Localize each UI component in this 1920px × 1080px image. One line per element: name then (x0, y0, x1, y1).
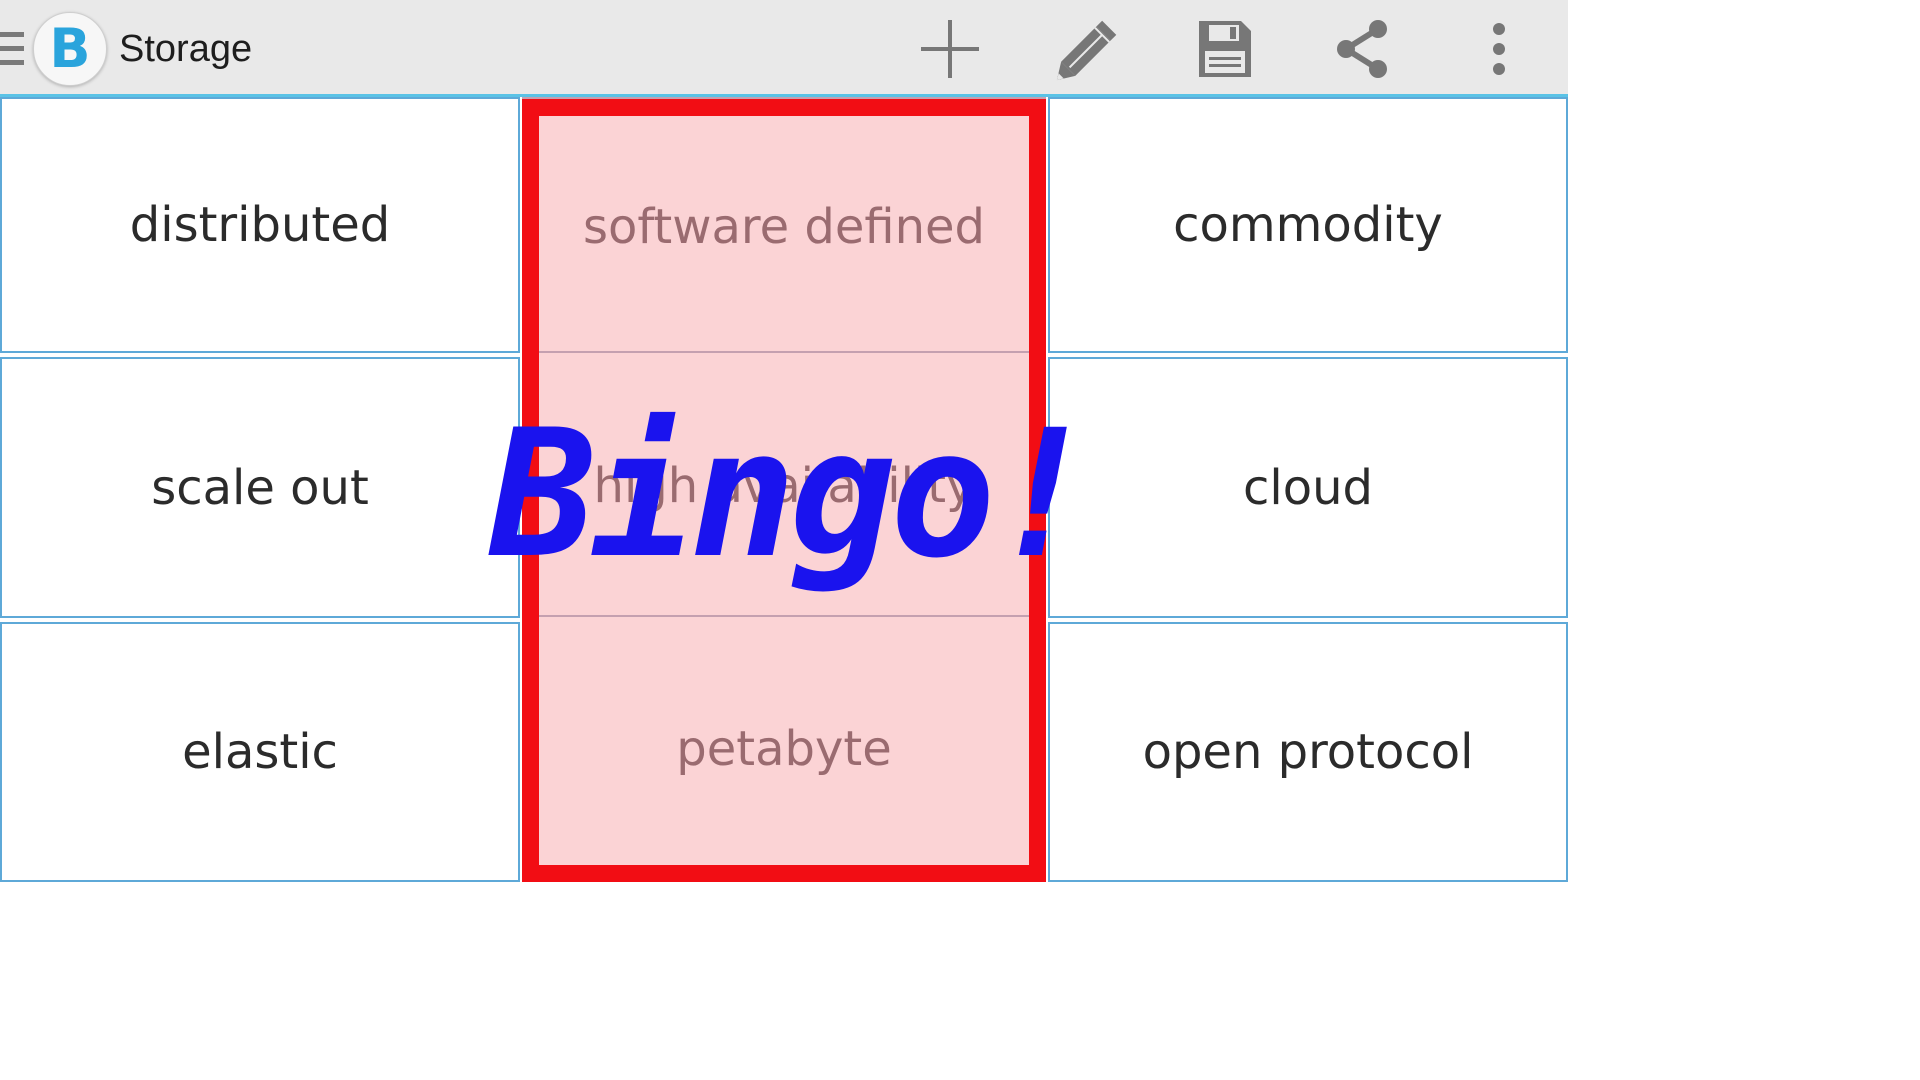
save-button[interactable] (1190, 14, 1260, 84)
app-bar: B Storage (0, 0, 1568, 97)
share-icon (1337, 20, 1387, 78)
save-icon (1199, 21, 1251, 77)
more-vert-icon (1493, 23, 1505, 75)
app-logo: B (33, 12, 107, 86)
more-options-button[interactable] (1464, 14, 1534, 84)
add-icon (921, 20, 979, 78)
menu-icon[interactable] (0, 32, 24, 68)
bingo-cell[interactable]: scale out (0, 357, 520, 618)
share-button[interactable] (1327, 14, 1397, 84)
logo-letter: B (49, 17, 91, 80)
edit-icon (1056, 20, 1117, 81)
bingo-cell[interactable]: high availability (522, 351, 1046, 621)
bingo-cell[interactable]: cloud (1048, 357, 1568, 618)
bingo-cell[interactable]: elastic (0, 622, 520, 882)
bingo-cell[interactable]: open protocol (1048, 622, 1568, 882)
add-button[interactable] (915, 14, 985, 84)
bingo-cell[interactable]: petabyte (522, 615, 1046, 882)
edit-button[interactable] (1053, 14, 1123, 84)
bingo-cell[interactable]: software defined (522, 97, 1046, 356)
page-title: Storage (119, 28, 253, 70)
bingo-cell[interactable]: distributed (0, 97, 520, 353)
bingo-cell[interactable]: commodity (1048, 97, 1568, 353)
